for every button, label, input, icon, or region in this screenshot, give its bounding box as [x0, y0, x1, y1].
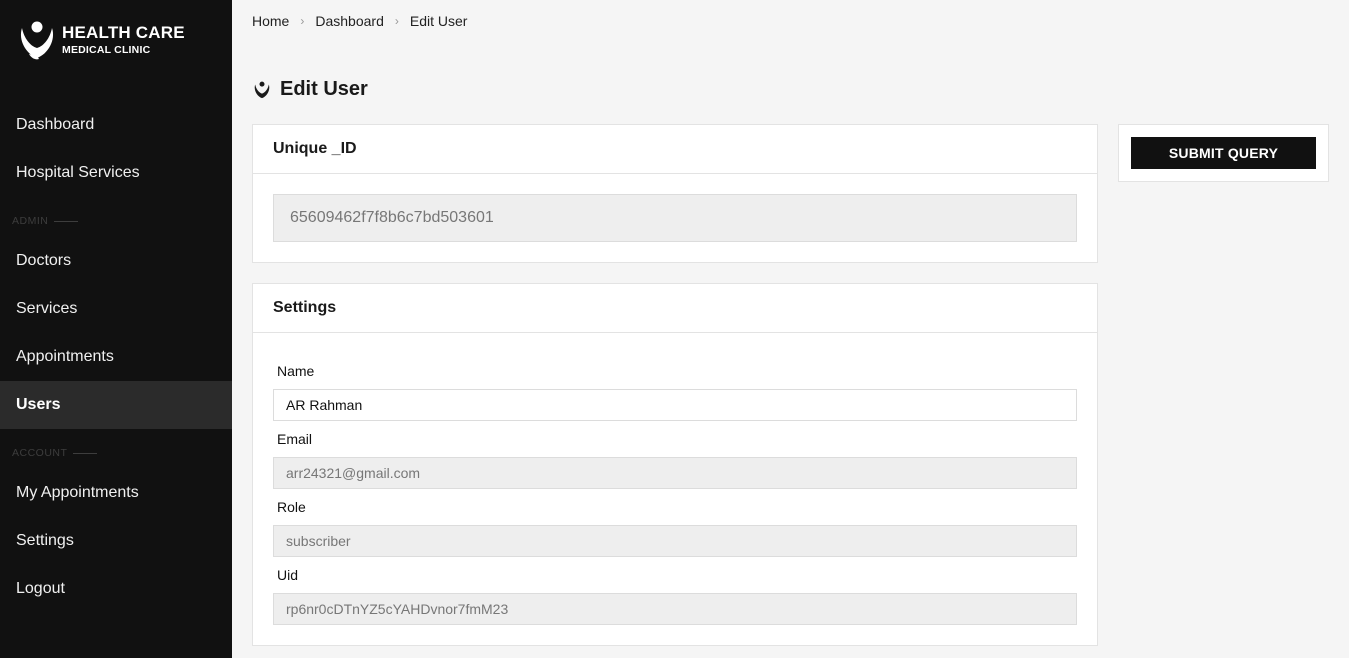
page-title: Edit User — [252, 78, 368, 101]
sidebar: HEALTH CARE MEDICAL CLINIC Dashboard Hos… — [0, 0, 232, 658]
clinic-logo-icon — [20, 21, 54, 60]
unique-id-value: 65609462f7f8b6c7bd503601 — [273, 194, 1077, 242]
name-field[interactable]: AR Rahman — [273, 389, 1077, 421]
submit-query-button[interactable]: SUBMIT QUERY — [1131, 137, 1316, 169]
brand-logo[interactable]: HEALTH CARE MEDICAL CLINIC — [16, 18, 185, 62]
sidebar-item-appointments[interactable]: Appointments — [0, 333, 232, 381]
breadcrumb-home[interactable]: Home — [252, 13, 289, 29]
chevron-right-icon: › — [394, 14, 399, 28]
sidebar-item-logout[interactable]: Logout — [0, 565, 232, 613]
breadcrumb: Home › Dashboard › Edit User — [252, 13, 467, 29]
chevron-right-icon: › — [300, 14, 305, 28]
sidebar-section-admin: ADMIN — [12, 215, 78, 227]
sidebar-item-services[interactable]: Services — [0, 285, 232, 333]
sidebar-item-my-appointments[interactable]: My Appointments — [0, 469, 232, 517]
sidebar-item-doctors[interactable]: Doctors — [0, 237, 232, 285]
submit-panel: SUBMIT QUERY — [1118, 124, 1329, 182]
brand-title: HEALTH CARE — [62, 23, 185, 43]
settings-card-title: Settings — [253, 284, 1097, 333]
role-field: subscriber — [273, 525, 1077, 557]
unique-id-card-title: Unique _ID — [253, 125, 1097, 174]
page-title-text: Edit User — [280, 78, 368, 100]
settings-card: Settings Name AR Rahman Email arr24321@g… — [252, 283, 1098, 646]
sidebar-item-dashboard[interactable]: Dashboard — [0, 101, 232, 149]
breadcrumb-dashboard[interactable]: Dashboard — [315, 13, 384, 29]
unique-id-card: Unique _ID 65609462f7f8b6c7bd503601 — [252, 124, 1098, 263]
sidebar-item-settings[interactable]: Settings — [0, 517, 232, 565]
role-label: Role — [277, 499, 306, 515]
email-label: Email — [277, 431, 313, 447]
email-field: arr24321@gmail.com — [273, 457, 1077, 489]
sidebar-item-hospital-services[interactable]: Hospital Services — [0, 149, 232, 197]
uid-label: Uid — [277, 567, 299, 583]
clinic-logo-icon — [254, 81, 270, 98]
brand-subtitle: MEDICAL CLINIC — [62, 44, 151, 57]
sidebar-section-account: ACCOUNT — [12, 447, 97, 459]
sidebar-item-users[interactable]: Users — [0, 381, 232, 429]
breadcrumb-current: Edit User — [409, 13, 468, 29]
uid-field: rp6nr0cDTnYZ5cYAHDvnor7fmM23 — [273, 593, 1077, 625]
name-label: Name — [277, 363, 315, 379]
